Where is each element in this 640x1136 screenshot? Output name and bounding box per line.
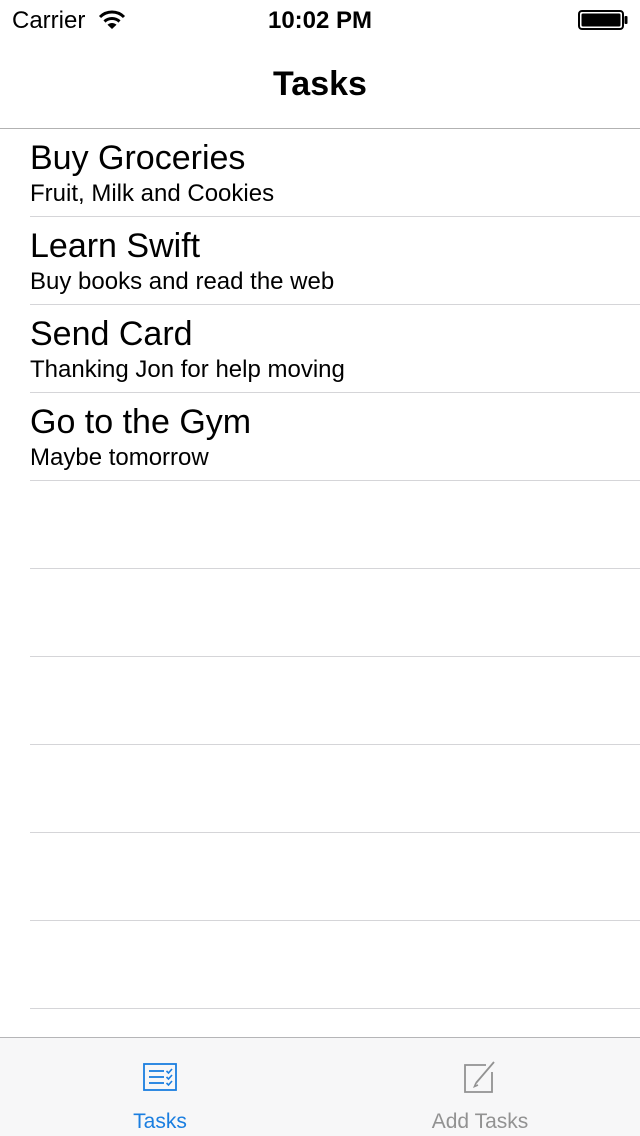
task-title: Learn Swift xyxy=(30,227,201,265)
compose-icon xyxy=(464,1061,495,1093)
task-subtitle: Fruit, Milk and Cookies xyxy=(30,180,275,207)
empty-row xyxy=(30,569,640,657)
task-title: Send Card xyxy=(30,315,193,353)
tab-label-tasks: Tasks xyxy=(133,1110,187,1133)
empty-row xyxy=(30,481,640,569)
empty-row xyxy=(30,745,640,833)
empty-row xyxy=(30,657,640,745)
empty-row xyxy=(30,921,640,1009)
tab-bar: Tasks Add Tasks xyxy=(0,1037,640,1136)
tab-label-add-tasks: Add Tasks xyxy=(431,1110,529,1133)
task-list[interactable]: Buy Groceries Fruit, Milk and Cookies Le… xyxy=(0,129,640,1037)
task-subtitle: Maybe tomorrow xyxy=(30,444,209,471)
task-subtitle: Buy books and read the web xyxy=(30,268,335,295)
page-title: Tasks xyxy=(273,65,367,103)
task-row[interactable]: Go to the Gym Maybe tomorrow xyxy=(30,393,640,481)
tab-tasks[interactable]: Tasks xyxy=(0,1038,320,1136)
navigation-bar: Tasks xyxy=(0,40,640,129)
task-title: Buy Groceries xyxy=(30,139,246,177)
app-screen: Carrier 10:02 PM Tasks Buy Groceries Fru… xyxy=(0,0,640,1136)
task-title: Go to the Gym xyxy=(30,403,252,441)
tab-add-tasks[interactable]: Add Tasks xyxy=(320,1038,640,1136)
empty-row xyxy=(30,833,640,921)
task-subtitle: Thanking Jon for help moving xyxy=(30,356,345,383)
task-row[interactable]: Send Card Thanking Jon for help moving xyxy=(30,305,640,393)
task-row[interactable]: Learn Swift Buy books and read the web xyxy=(30,217,640,305)
task-list-icon xyxy=(143,1063,177,1091)
battery-icon xyxy=(578,10,628,30)
status-time: 10:02 PM xyxy=(267,7,373,34)
status-bar: Carrier 10:02 PM xyxy=(0,0,640,40)
task-row[interactable]: Buy Groceries Fruit, Milk and Cookies xyxy=(30,129,640,217)
